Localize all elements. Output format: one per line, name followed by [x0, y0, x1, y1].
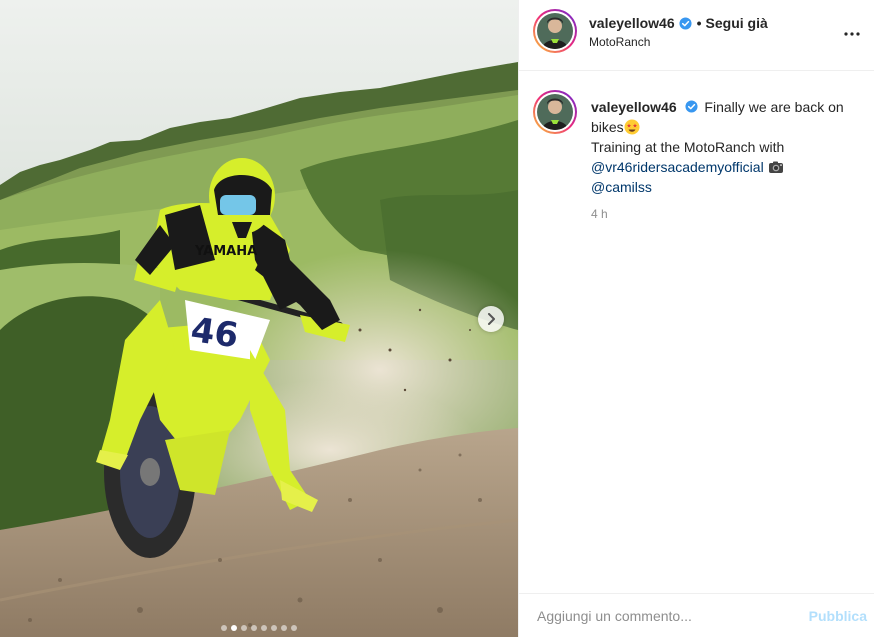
- caption-avatar[interactable]: [533, 90, 577, 134]
- location-link[interactable]: MotoRanch: [589, 35, 768, 49]
- carousel-dot: [291, 625, 297, 631]
- camera-emoji-icon: [768, 161, 783, 173]
- next-image-button[interactable]: [478, 306, 504, 332]
- verified-badge-icon: [684, 100, 698, 113]
- header-separator: •: [696, 15, 702, 31]
- mention-link[interactable]: @vr46ridersacademyofficial: [591, 159, 764, 175]
- mention-link[interactable]: @camilss: [591, 179, 652, 195]
- profile-picture: [537, 94, 573, 130]
- post-header: valeyellow46 • Segui già MotoRanch: [519, 0, 874, 71]
- carousel-dots: [0, 625, 518, 631]
- post-photo: 46 YAMAHA: [0, 0, 518, 637]
- carousel-dot: [271, 625, 277, 631]
- star-struck-emoji-icon: [624, 119, 640, 135]
- svg-text:YAMAHA: YAMAHA: [194, 244, 257, 259]
- carousel-dot: [241, 625, 247, 631]
- more-options-button[interactable]: [840, 22, 864, 46]
- header-username[interactable]: valeyellow46: [589, 15, 675, 31]
- avatar[interactable]: [533, 9, 577, 53]
- carousel-dot-active: [231, 625, 237, 631]
- caption-username[interactable]: valeyellow46: [591, 99, 677, 115]
- following-button[interactable]: Segui già: [706, 15, 768, 31]
- verified-badge-icon: [679, 16, 692, 30]
- post-side-panel: valeyellow46 • Segui già MotoRanch valey…: [518, 0, 874, 637]
- post-timestamp[interactable]: 4 h: [591, 207, 608, 221]
- profile-picture: [537, 13, 573, 49]
- chevron-right-icon: [488, 313, 495, 325]
- caption-body: valeyellow46 Finally we are back on bike…: [591, 97, 871, 197]
- publish-button[interactable]: Pubblica: [809, 608, 867, 624]
- comment-bar: Pubblica: [519, 593, 874, 637]
- carousel-dot: [261, 625, 267, 631]
- carousel-dot: [281, 625, 287, 631]
- carousel-dot: [251, 625, 257, 631]
- svg-text:46: 46: [188, 310, 240, 356]
- more-horizontal-icon: [844, 32, 860, 36]
- post-image: 46 YAMAHA: [0, 0, 518, 637]
- comment-input[interactable]: [537, 607, 787, 624]
- caption-text-line2: Training at the MotoRanch with: [591, 139, 785, 155]
- carousel-dot: [221, 625, 227, 631]
